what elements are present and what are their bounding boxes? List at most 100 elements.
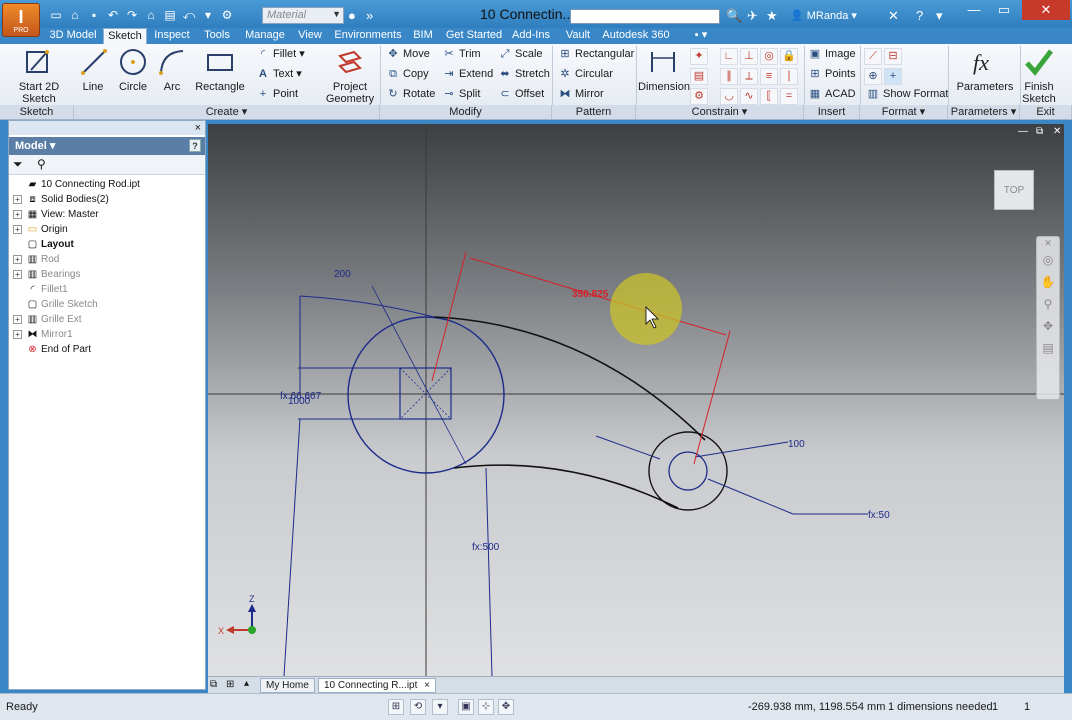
tab-bim[interactable]: BIM <box>408 28 438 44</box>
browser-node[interactable]: + ⧓ Mirror1 <box>13 327 203 342</box>
home-icon[interactable]: ⌂ <box>143 7 159 23</box>
pointer-status-icon[interactable]: ✥ <box>498 699 514 715</box>
tab-document[interactable]: 10 Connecting R...ipt × <box>318 678 437 693</box>
pan-icon[interactable]: ✋ <box>1037 271 1059 293</box>
browser-node[interactable]: ▰ 10 Connecting Rod.ipt <box>13 177 203 192</box>
constraint-settings-icon[interactable]: ⚙ <box>690 88 708 105</box>
image-button[interactable]: ▣ Image <box>808 46 856 62</box>
expand-icon[interactable]: + <box>13 315 22 324</box>
sketch-lock-icon[interactable]: ▣ <box>458 699 474 715</box>
tangent-constraint-icon[interactable]: ◡ <box>720 88 738 105</box>
rectangle-button[interactable]: Rectangle <box>194 46 246 93</box>
browser-node[interactable]: ◜ Fillet1 <box>13 282 203 297</box>
tab-sketch[interactable]: Sketch <box>103 28 147 44</box>
offset-button[interactable]: ⊂ Offset <box>498 86 544 102</box>
close-button[interactable]: ✕ <box>1022 0 1070 20</box>
trim-button[interactable]: ✂ Trim <box>442 46 480 62</box>
stretch-button[interactable]: ⬌ Stretch <box>498 66 549 82</box>
tab-inspect[interactable]: Inspect <box>150 28 194 44</box>
equal-constraint-icon[interactable]: = <box>780 88 798 105</box>
dim-fx500[interactable]: fx:500 <box>472 542 500 553</box>
more-icon[interactable]: » <box>366 8 373 23</box>
expand-icon[interactable]: + <box>13 195 22 204</box>
filter-icon[interactable]: ⏷ <box>13 157 23 172</box>
extend-button[interactable]: ⇥ Extend <box>442 66 493 82</box>
application-menu-button[interactable]: I PRO <box>2 3 40 37</box>
update-icon[interactable]: ⚙ <box>219 7 235 23</box>
project-icon[interactable]: ▤ <box>162 7 178 23</box>
snap-settings-icon[interactable]: ⟲ <box>410 699 426 715</box>
appearance-icon[interactable]: ● <box>348 8 356 23</box>
redo-icon[interactable]: ↷ <box>124 7 140 23</box>
help-search-input[interactable] <box>570 9 720 24</box>
navbar-close-icon[interactable]: ✕ <box>1037 237 1059 249</box>
graphics-window[interactable]: — ⧉ ✕ 200 350.825 100 fx:50 fx:500 fx:66… <box>208 124 1064 676</box>
find-icon[interactable]: ⚲ <box>37 157 46 171</box>
material-dropdown[interactable]: Material ▼ <box>262 7 344 24</box>
tab-my-home[interactable]: My Home <box>260 678 315 693</box>
circle-button[interactable]: Circle <box>116 46 150 93</box>
dim-200[interactable]: 200 <box>334 269 351 280</box>
parameters-button[interactable]: fx Parameters <box>954 46 1016 93</box>
tab-3d-model[interactable]: 3D Model <box>46 28 100 44</box>
centerline-icon[interactable]: ⊟ <box>884 48 902 65</box>
parallel-constraint-icon[interactable]: ∥ <box>720 68 738 85</box>
start-2d-sketch-button[interactable]: Start 2D Sketch <box>12 46 66 105</box>
collinear-constraint-icon[interactable]: ⊥ <box>740 48 758 65</box>
tab-add-ins[interactable]: Add-Ins <box>508 28 554 44</box>
browser-node[interactable]: + ▥ Bearings <box>13 267 203 282</box>
browser-node[interactable]: ▢ Grille Sketch <box>13 297 203 312</box>
tab-vault[interactable]: Vault <box>560 28 596 44</box>
scale-button[interactable]: ⤢ Scale <box>498 46 543 62</box>
tab-manage[interactable]: Manage <box>240 28 290 44</box>
open-icon[interactable]: ⌂ <box>67 7 83 23</box>
select-icon[interactable]: ▾ <box>200 7 216 23</box>
copy-button[interactable]: ⧉ Copy <box>386 66 429 82</box>
tab-get-started[interactable]: Get Started <box>444 28 504 44</box>
browser-node[interactable]: + ▥ Grille Ext <box>13 312 203 327</box>
horizontal-constraint-icon[interactable]: ≡ <box>760 68 778 85</box>
center-point-icon[interactable]: ⊕ <box>864 68 882 85</box>
minimize-button[interactable]: — <box>960 0 988 20</box>
browser-close-icon[interactable]: × <box>195 121 201 135</box>
browser-node[interactable]: + ▦ View: Master <box>13 207 203 222</box>
tab-view[interactable]: View <box>293 28 327 44</box>
dim-100[interactable]: 100 <box>788 439 805 450</box>
dim-350[interactable]: 350.825 <box>572 289 609 300</box>
viewcube[interactable]: TOP <box>994 170 1034 210</box>
rod-lower-profile[interactable] <box>453 464 679 509</box>
perpendicular-constraint-icon[interactable]: ⟂ <box>740 68 758 85</box>
browser-node[interactable]: + ▥ Rod <box>13 252 203 267</box>
tab-autodesk-360[interactable]: Autodesk 360 <box>600 28 672 44</box>
dimension-button[interactable]: Dimension <box>638 46 690 93</box>
dim-fx50[interactable]: fx:50 <box>868 510 890 521</box>
fillet-button[interactable]: ◜ Fillet ▾ <box>256 46 305 62</box>
exchange-icon[interactable]: ✕ <box>888 8 899 24</box>
acad-button[interactable]: ▦ ACAD <box>808 86 856 102</box>
automatic-dimension-icon[interactable]: ✦ <box>690 48 708 65</box>
move-button[interactable]: ✥ Move <box>386 46 430 62</box>
browser-node[interactable]: ⊗ End of Part <box>13 342 203 357</box>
save-icon[interactable]: ▪ <box>86 7 102 23</box>
small-end-outer-circle[interactable] <box>648 431 728 511</box>
browser-grip[interactable]: × <box>9 121 205 135</box>
tab-close-icon[interactable]: × <box>424 680 430 691</box>
arrange-windows-icon[interactable]: ⊞ <box>226 679 234 690</box>
browser-node[interactable]: + ▭ Origin <box>13 222 203 237</box>
search-icon[interactable]: 🔍 <box>726 8 742 24</box>
smooth-constraint-icon[interactable]: ∿ <box>740 88 758 105</box>
favorites-icon[interactable]: ★ <box>766 8 778 24</box>
point-button[interactable]: + Point <box>256 86 298 102</box>
communication-icon[interactable]: ✈ <box>747 8 758 24</box>
help-icon[interactable]: ? <box>916 8 923 23</box>
expand-icon[interactable]: + <box>13 210 22 219</box>
return-icon[interactable]: ⤺ <box>181 7 197 23</box>
rotate-button[interactable]: ↻ Rotate <box>386 86 435 102</box>
rectangular-pattern-button[interactable]: ⊞ Rectangular <box>558 46 634 62</box>
new-icon[interactable]: ▭ <box>48 7 64 23</box>
vertical-constraint-icon[interactable]: ∣ <box>780 68 798 85</box>
look-at-icon[interactable]: ▤ <box>1037 337 1059 359</box>
arc-button[interactable]: Arc <box>156 46 188 93</box>
construction-icon[interactable]: ⟋ <box>864 48 882 65</box>
expand-icon[interactable]: + <box>13 225 22 234</box>
